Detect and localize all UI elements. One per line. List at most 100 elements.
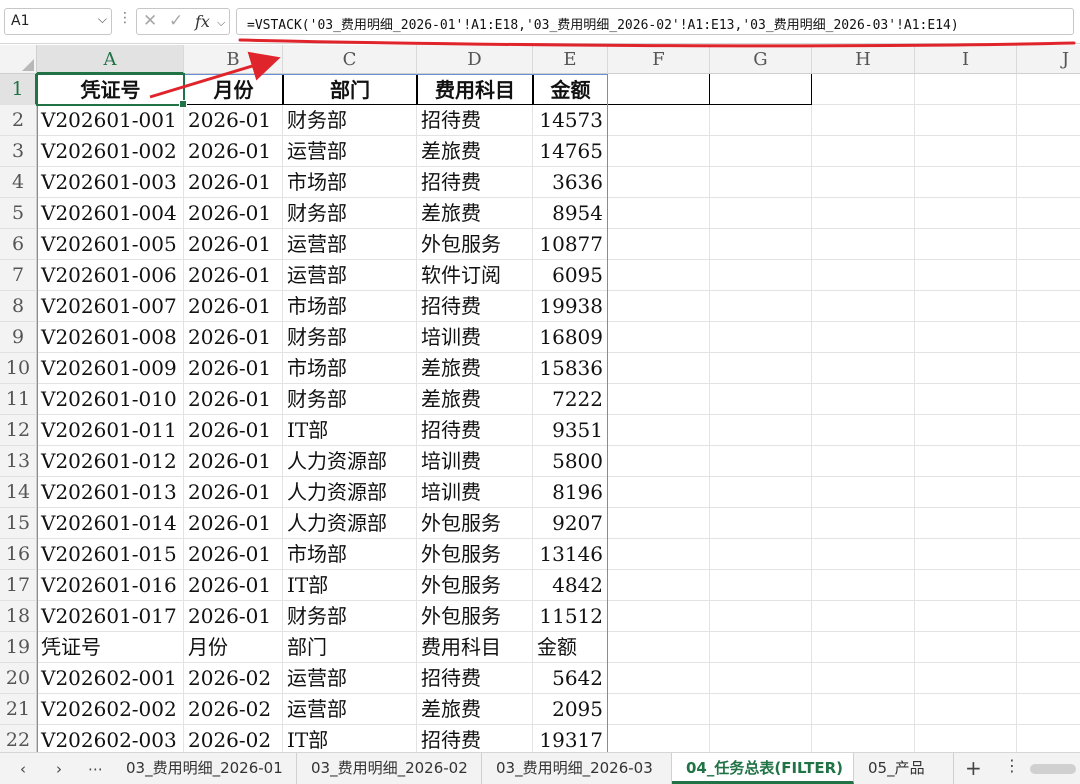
- cell-b18[interactable]: 2026-01: [184, 601, 283, 632]
- cell-e13[interactable]: 5800: [533, 446, 608, 477]
- cell-e18[interactable]: 11512: [533, 601, 608, 632]
- select-all-button[interactable]: [0, 45, 37, 74]
- row-header[interactable]: 19: [0, 632, 37, 663]
- cell-b4[interactable]: 2026-01: [184, 167, 283, 198]
- empty-cell[interactable]: [710, 198, 812, 229]
- empty-cell[interactable]: [710, 508, 812, 539]
- cell-a14[interactable]: V202601-013: [37, 477, 184, 508]
- cell-d8[interactable]: 招待费: [417, 291, 533, 322]
- cell-c10[interactable]: 市场部: [283, 353, 417, 384]
- empty-cell[interactable]: [608, 539, 710, 570]
- empty-cell[interactable]: [1017, 477, 1080, 508]
- chevron-down-icon[interactable]: ⌵: [98, 12, 107, 27]
- more-sheets-icon[interactable]: ⋯: [88, 760, 103, 778]
- cell-e14[interactable]: 8196: [533, 477, 608, 508]
- cell-e8[interactable]: 19938: [533, 291, 608, 322]
- empty-cell[interactable]: [710, 694, 812, 725]
- cell-d1[interactable]: 费用科目: [417, 74, 533, 105]
- column-header-j[interactable]: J: [1017, 45, 1080, 74]
- cell-a11[interactable]: V202601-010: [37, 384, 184, 415]
- empty-cell[interactable]: [915, 508, 1017, 539]
- row-header[interactable]: 3: [0, 136, 37, 167]
- cell-d16[interactable]: 外包服务: [417, 539, 533, 570]
- cell-a1[interactable]: 凭证号: [37, 74, 184, 105]
- cell-a4[interactable]: V202601-003: [37, 167, 184, 198]
- empty-cell[interactable]: [608, 415, 710, 446]
- empty-cell[interactable]: [1017, 136, 1080, 167]
- empty-cell[interactable]: [812, 353, 915, 384]
- cell-e16[interactable]: 13146: [533, 539, 608, 570]
- cell-e11[interactable]: 7222: [533, 384, 608, 415]
- row-header[interactable]: 11: [0, 384, 37, 415]
- cell-d20[interactable]: 招待费: [417, 663, 533, 694]
- horizontal-scrollbar[interactable]: [1030, 764, 1076, 774]
- cell-d2[interactable]: 招待费: [417, 105, 533, 136]
- row-header[interactable]: 14: [0, 477, 37, 508]
- cell-b19[interactable]: 月份: [184, 632, 283, 663]
- column-header-c[interactable]: C: [283, 45, 417, 74]
- cell-d10[interactable]: 差旅费: [417, 353, 533, 384]
- empty-cell[interactable]: [608, 105, 710, 136]
- cell-d18[interactable]: 外包服务: [417, 601, 533, 632]
- confirm-icon[interactable]: ✓: [169, 11, 183, 31]
- empty-cell[interactable]: [915, 570, 1017, 601]
- empty-cell[interactable]: [1017, 446, 1080, 477]
- empty-cell[interactable]: [812, 632, 915, 663]
- row-header[interactable]: 1: [0, 74, 37, 105]
- cell-c21[interactable]: 运营部: [283, 694, 417, 725]
- cell-c19[interactable]: 部门: [283, 632, 417, 663]
- row-header[interactable]: 12: [0, 415, 37, 446]
- empty-cell[interactable]: [915, 260, 1017, 291]
- empty-cell[interactable]: [915, 198, 1017, 229]
- cell-d9[interactable]: 培训费: [417, 322, 533, 353]
- cell-b7[interactable]: 2026-01: [184, 260, 283, 291]
- cell-d21[interactable]: 差旅费: [417, 694, 533, 725]
- row-header[interactable]: 13: [0, 446, 37, 477]
- row-header[interactable]: 18: [0, 601, 37, 632]
- cell-c2[interactable]: 财务部: [283, 105, 417, 136]
- empty-cell[interactable]: [915, 105, 1017, 136]
- cell-a6[interactable]: V202601-005: [37, 229, 184, 260]
- empty-cell[interactable]: [812, 167, 915, 198]
- empty-cell[interactable]: [1017, 229, 1080, 260]
- empty-cell[interactable]: [710, 601, 812, 632]
- cell-c15[interactable]: 人力资源部: [283, 508, 417, 539]
- empty-cell[interactable]: [1017, 291, 1080, 322]
- empty-cell[interactable]: [608, 322, 710, 353]
- cell-e10[interactable]: 15836: [533, 353, 608, 384]
- empty-cell[interactable]: [915, 632, 1017, 663]
- empty-cell[interactable]: [915, 353, 1017, 384]
- empty-cell[interactable]: [710, 415, 812, 446]
- empty-cell[interactable]: [915, 229, 1017, 260]
- empty-cell[interactable]: [608, 570, 710, 601]
- cell-b9[interactable]: 2026-01: [184, 322, 283, 353]
- empty-cell[interactable]: [710, 570, 812, 601]
- empty-cell[interactable]: [710, 477, 812, 508]
- empty-cell[interactable]: [812, 508, 915, 539]
- column-header-g[interactable]: G: [710, 45, 812, 74]
- empty-cell[interactable]: [608, 74, 710, 105]
- cell-b2[interactable]: 2026-01: [184, 105, 283, 136]
- cell-e5[interactable]: 8954: [533, 198, 608, 229]
- cell-d3[interactable]: 差旅费: [417, 136, 533, 167]
- row-header[interactable]: 10: [0, 353, 37, 384]
- empty-cell[interactable]: [710, 136, 812, 167]
- cell-c16[interactable]: 市场部: [283, 539, 417, 570]
- empty-cell[interactable]: [915, 415, 1017, 446]
- cell-a17[interactable]: V202601-016: [37, 570, 184, 601]
- empty-cell[interactable]: [915, 539, 1017, 570]
- empty-cell[interactable]: [915, 384, 1017, 415]
- empty-cell[interactable]: [608, 508, 710, 539]
- cell-c17[interactable]: IT部: [283, 570, 417, 601]
- empty-cell[interactable]: [915, 601, 1017, 632]
- cell-c18[interactable]: 财务部: [283, 601, 417, 632]
- cell-b12[interactable]: 2026-01: [184, 415, 283, 446]
- cell-a8[interactable]: V202601-007: [37, 291, 184, 322]
- empty-cell[interactable]: [812, 105, 915, 136]
- cell-b16[interactable]: 2026-01: [184, 539, 283, 570]
- empty-cell[interactable]: [915, 167, 1017, 198]
- row-header[interactable]: 4: [0, 167, 37, 198]
- empty-cell[interactable]: [812, 291, 915, 322]
- cell-a18[interactable]: V202601-017: [37, 601, 184, 632]
- empty-cell[interactable]: [915, 694, 1017, 725]
